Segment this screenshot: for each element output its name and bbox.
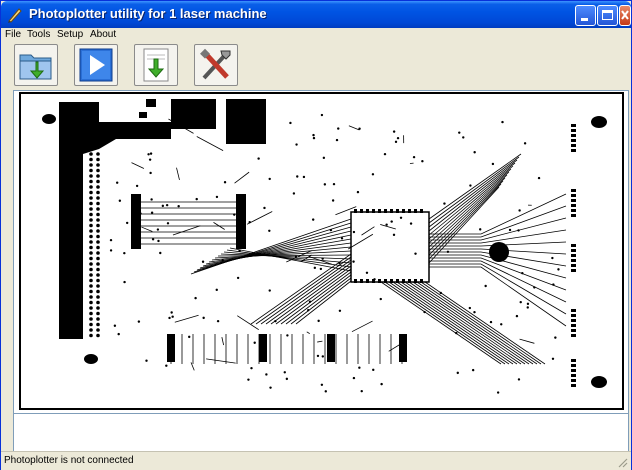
app-icon [7,7,23,23]
menu-setup[interactable]: Setup [57,28,83,42]
play-icon [79,48,113,82]
log-area [13,414,629,451]
app-window: Photoplotter utility for 1 laser machine… [0,0,632,470]
pcb-layout-graphic [42,99,607,394]
toolbar [1,42,631,90]
open-file-button[interactable] [14,44,58,86]
resize-grip-icon[interactable] [616,456,628,468]
menu-file[interactable]: File [5,28,21,42]
run-button[interactable] [74,44,118,86]
title-bar[interactable]: Photoplotter utility for 1 laser machine [1,1,631,28]
close-button[interactable] [619,5,631,26]
pcb-preview [19,92,624,410]
menu-tools[interactable]: Tools [27,28,50,42]
connection-status: Photoplotter is not connected [4,455,134,466]
download-button[interactable] [134,44,178,86]
window-title: Photoplotter utility for 1 laser machine [29,6,267,21]
minimize-button[interactable] [575,5,596,26]
open-folder-icon [19,54,52,80]
tools-icon [200,48,231,80]
menu-about[interactable]: About [90,28,116,42]
download-document-icon [143,48,169,82]
setup-tools-button[interactable] [194,44,238,86]
menu-bar: File Tools Setup About [1,28,631,42]
status-bar: Photoplotter is not connected [1,451,631,470]
maximize-button[interactable] [597,5,618,26]
